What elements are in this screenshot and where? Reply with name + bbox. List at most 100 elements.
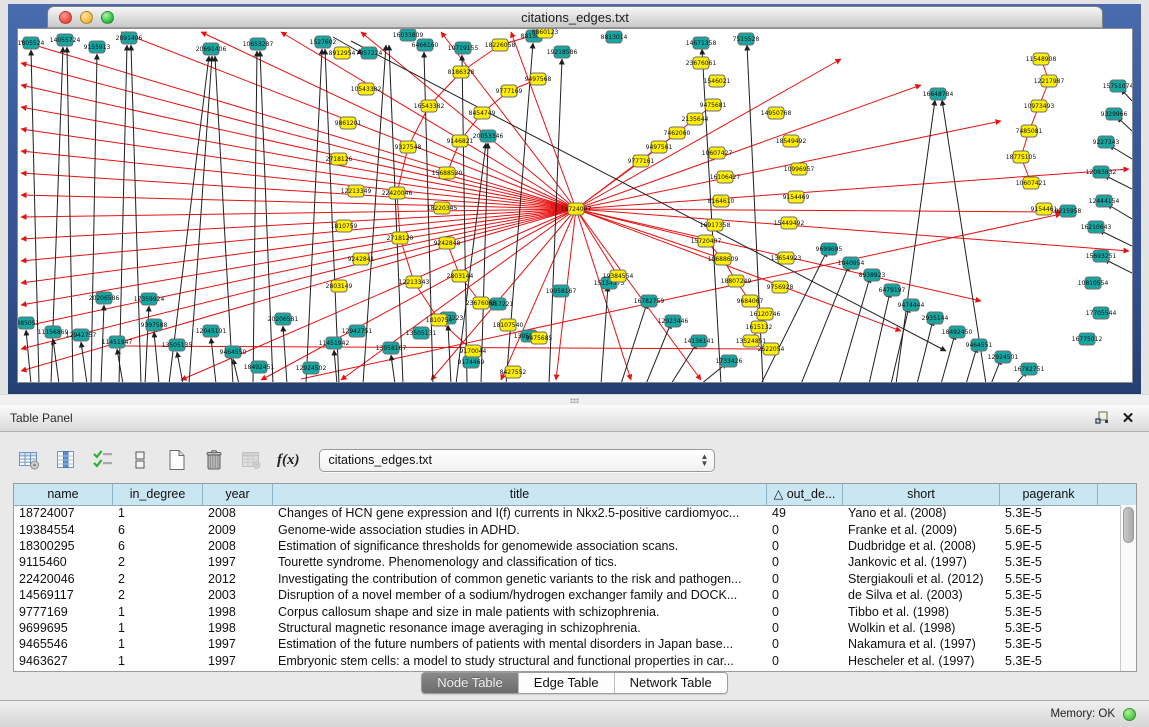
graph-node[interactable]: 10688609 [708, 253, 739, 265]
citation-edge-black[interactable] [941, 334, 955, 382]
citation-edge-black[interactable] [891, 307, 909, 382]
close-panel-icon[interactable]: ✕ [1119, 410, 1137, 428]
citation-edge-black[interactable] [177, 352, 183, 382]
table-cell[interactable]: 1 [113, 605, 203, 619]
graph-node[interactable]: 8813014 [601, 31, 628, 43]
graph-node[interactable]: 2135644 [682, 113, 709, 125]
graph-node[interactable]: 18107540 [493, 319, 524, 331]
graph-node[interactable]: 10543382 [351, 83, 382, 95]
citation-edge-red[interactable] [21, 173, 576, 209]
close-window-button[interactable] [59, 11, 72, 24]
graph-node[interactable]: 7485081 [1016, 125, 1043, 137]
table-cell[interactable]: 19384554 [14, 523, 113, 537]
network-table-select[interactable]: citations_edges.txt ▲▼ [319, 449, 715, 472]
citation-edge-red[interactable] [21, 41, 576, 209]
graph-node[interactable]: 12045191 [196, 325, 227, 337]
graph-node[interactable]: 12942751 [342, 325, 373, 337]
table-cell[interactable]: 5.3E-5 [1000, 555, 1098, 569]
citation-edge-black[interactable] [154, 332, 159, 382]
graph-node[interactable]: 18492451 [244, 361, 275, 373]
table-cell[interactable]: Nakamura et al. (1997) [843, 637, 1000, 651]
graph-node[interactable]: 8215958 [1055, 205, 1082, 217]
citation-edge-red[interactable] [397, 193, 400, 238]
graph-node[interactable]: 8454749 [469, 107, 496, 119]
select-columns-icon[interactable] [90, 447, 116, 473]
graph-node[interactable]: 9756928 [767, 281, 794, 293]
graph-node[interactable]: 18226058 [485, 39, 516, 51]
table-cell[interactable]: 49 [767, 506, 843, 520]
graph-node[interactable]: 1485051 [18, 317, 40, 329]
table-cell[interactable]: 2008 [203, 539, 273, 553]
citation-edge-black[interactable] [131, 45, 141, 382]
graph-node[interactable]: 10653287 [243, 38, 274, 50]
citation-edge-black[interactable] [253, 51, 257, 382]
graph-node[interactable]: 6466160 [412, 39, 439, 51]
graph-node[interactable]: 16775012 [1072, 333, 1103, 345]
table-row[interactable]: 1830029562008Estimation of significance … [14, 538, 1120, 554]
table-cell[interactable]: 5.3E-5 [1000, 637, 1098, 651]
citation-edge-red[interactable] [21, 209, 576, 283]
tab-edge-table[interactable]: Edge Table [519, 673, 615, 693]
graph-node[interactable]: 18549492 [776, 135, 807, 147]
network-window-titlebar[interactable]: citations_edges.txt [47, 6, 1103, 28]
graph-node[interactable]: 15693251 [1086, 250, 1117, 262]
table-cell[interactable]: 0 [767, 555, 843, 569]
column-header-in_degree[interactable]: in_degree [113, 484, 203, 505]
citation-edge-black[interactable] [448, 325, 451, 382]
graph-node[interactable]: 8164610 [708, 195, 735, 207]
citation-edge-red[interactable] [576, 85, 921, 209]
table-cell[interactable]: 1997 [203, 637, 273, 651]
table-cell[interactable]: Structural magnetic resonance image aver… [273, 621, 767, 635]
show-columns-icon[interactable] [53, 447, 79, 473]
graph-node[interactable]: 16648784 [923, 88, 954, 100]
graph-node[interactable]: 20206586 [89, 292, 120, 304]
table-cell[interactable]: 0 [767, 654, 843, 668]
citation-edge-black[interactable] [325, 49, 339, 382]
graph-node[interactable]: 18807249 [721, 275, 752, 287]
table-cell[interactable]: Investigating the contribution of common… [273, 572, 767, 586]
table-cell[interactable]: Disruption of a novel member of a sodium… [273, 588, 767, 602]
panel-splitter[interactable] [0, 394, 1149, 405]
citation-edge-black[interactable] [260, 51, 273, 382]
table-cell[interactable]: 5.3E-5 [1000, 506, 1098, 520]
table-cell[interactable]: 9115460 [14, 555, 113, 569]
table-cell[interactable]: Stergiakouli et al. (2012) [843, 572, 1000, 586]
graph-node[interactable]: 8186328 [448, 66, 475, 78]
citation-edge-black[interactable] [966, 347, 977, 382]
graph-node[interactable]: 14055724 [50, 34, 81, 46]
graph-node[interactable]: 9497561 [646, 141, 673, 153]
table-row[interactable]: 977716911998Corpus callosum shape and si… [14, 603, 1120, 619]
table-cell[interactable]: 1 [113, 654, 203, 668]
table-cell[interactable]: 2009 [203, 523, 273, 537]
graph-node[interactable]: 16120746 [750, 308, 781, 320]
graph-node[interactable]: 8938923 [859, 269, 886, 281]
citation-edge-red[interactable] [341, 209, 576, 380]
citation-edge-red[interactable] [576, 209, 618, 276]
table-row[interactable]: 1456911722003Disruption of a novel membe… [14, 587, 1120, 603]
graph-node[interactable]: 14671358 [686, 37, 717, 49]
graph-node[interactable]: 18220345 [427, 202, 458, 214]
row-height-icon[interactable] [127, 447, 153, 473]
table-cell[interactable]: 18300295 [14, 539, 113, 553]
table-cell[interactable]: Yano et al. (2008) [843, 506, 1000, 520]
scrollbar-thumb[interactable] [1123, 507, 1134, 543]
graph-node[interactable]: 7857224 [356, 47, 383, 59]
column-header-year[interactable]: year [203, 484, 273, 505]
graph-node[interactable]: 11156869 [38, 326, 69, 338]
table-cell[interactable]: Embryonic stem cells: a model to study s… [273, 654, 767, 668]
graph-node[interactable]: 10719155 [448, 42, 479, 54]
table-cell[interactable]: 6 [113, 523, 203, 537]
table-cell[interactable]: Estimation of the future numbers of pati… [273, 637, 767, 651]
graph-node[interactable]: 9227343 [1093, 136, 1120, 148]
graph-node[interactable]: 16782759 [634, 295, 665, 307]
graph-node[interactable]: 9474444 [898, 299, 925, 311]
tab-node-table[interactable]: Node Table [422, 673, 519, 693]
table-vertical-scrollbar[interactable] [1120, 505, 1136, 671]
citation-edge-black[interactable] [646, 323, 671, 382]
table-mode-icon[interactable] [16, 447, 42, 473]
citation-edge-red[interactable] [261, 209, 576, 380]
table-cell[interactable]: Tourette syndrome. Phenomenology and cla… [273, 555, 767, 569]
graph-node[interactable]: 6479197 [879, 284, 906, 296]
citation-edge-red[interactable] [21, 151, 576, 209]
citation-edge-black[interactable] [869, 292, 890, 382]
